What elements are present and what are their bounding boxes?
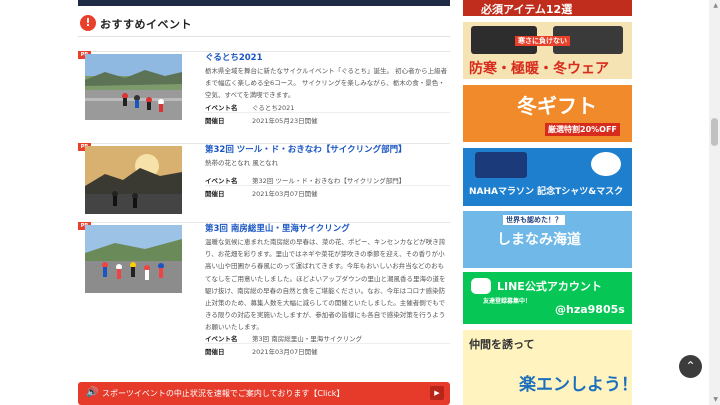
banner-winter-wear[interactable]: 寒さに負けない 防寒・極暖・冬ウェア [463, 22, 632, 79]
event-date-value: 2021年03月07日開催 [252, 348, 318, 356]
event-description: 栃木県全域を舞台に新たなサイクルイベント「ぐるとち」誕生。 初心者から上級者まで… [205, 67, 448, 100]
tshirt-image [475, 152, 527, 178]
divider [205, 185, 450, 186]
back-to-top-button[interactable]: ⌃ [679, 355, 702, 378]
scrollbar-thumb[interactable] [711, 118, 718, 146]
banner-winter-gift[interactable]: 冬ギフト 厳選特割20%OFF [463, 85, 632, 142]
event-name-label: イベント名 [205, 104, 238, 112]
notice-text: スポーツイベントの中止状況を速報でご案内しております【Click】 [102, 389, 345, 398]
event-thumbnail[interactable] [85, 225, 182, 293]
event-date-row: 開催日 2021年05月23日開催 [205, 115, 318, 125]
event-name-row: イベント名 第3回 南房総里山・里海サイクリング [205, 333, 362, 343]
event-date-label: 開催日 [205, 190, 225, 198]
event-description: 熱帯の花となれ 風となれ [205, 159, 279, 167]
event-thumbnail[interactable] [85, 146, 182, 214]
event-name-row: イベント名 第32回 ツール・ド・おきなわ【サイクリング部門】 [205, 175, 405, 185]
event-date-row: 開催日 2021年03月07日開催 [205, 188, 318, 198]
divider [205, 112, 450, 113]
speaker-icon: 🔊 [86, 387, 99, 398]
event-name-value: 第32回 ツール・ド・おきなわ【サイクリング部門】 [252, 177, 406, 185]
vertical-scrollbar[interactable]: ▲ ▼ [709, 0, 720, 405]
cancellation-notice-bar[interactable]: 🔊 スポーツイベントの中止状況を速報でご案内しております【Click】 ▶ [78, 382, 450, 405]
event-thumbnail[interactable] [85, 54, 182, 120]
event-description: 温暖な気候に恵まれた南房総の早春は、菜の花、ポピー、キンセンカなどが咲き誇り、お… [205, 238, 446, 332]
event-title-link[interactable]: ぐるとち2021 [205, 51, 263, 63]
event-date-value: 2021年03月07日開催 [252, 190, 318, 198]
banner-rakuen[interactable]: 仲間を誘って 楽エンしよう！ [463, 330, 632, 405]
event-title-link[interactable]: 第3回 南房総里山・里海サイクリング [205, 222, 350, 234]
line-icon [471, 278, 491, 294]
banner-essential-items[interactable]: 必須アイテム12選 [463, 0, 632, 16]
event-item[interactable]: PR 第3回 南房総里山・里海サイクリング 温暖な気候に恵まれた南房総の早春は、… [78, 222, 450, 372]
event-name-label: イベント名 [205, 335, 238, 343]
event-date-label: 開催日 [205, 348, 225, 356]
event-name-label: イベント名 [205, 177, 238, 185]
event-title-link[interactable]: 第32回 ツール・ド・おきなわ【サイクリング部門】 [205, 143, 407, 155]
alert-icon: ! [80, 15, 96, 31]
section-title: おすすめイベント [100, 18, 192, 31]
section-header: ! おすすめイベント [78, 14, 450, 37]
scroll-down-arrow-icon[interactable]: ▼ [713, 396, 718, 403]
mask-image [591, 152, 621, 176]
event-date-label: 開催日 [205, 117, 225, 125]
banner-naha-marathon[interactable]: NAHAマラソン 記念Tシャツ&マスク [463, 148, 632, 206]
notice-arrow-icon[interactable]: ▶ [430, 386, 444, 400]
banner-shimanami[interactable]: 世界も認めた！？ しまなみ海道 [463, 211, 632, 268]
header-strip [78, 0, 450, 6]
event-name-value: 第3回 南房総里山・里海サイクリング [252, 335, 363, 343]
chevron-up-icon: ⌃ [685, 359, 696, 373]
event-item[interactable]: PR ぐるとち2021 栃木県全域を舞台に新たなサイクルイベント「ぐるとち」誕生… [78, 51, 450, 137]
banner-line-account[interactable]: LINE公式アカウント 友達登録募集中！ @hza9805s [463, 272, 632, 324]
divider [205, 343, 450, 344]
event-item[interactable]: PR 第32回 ツール・ド・おきなわ【サイクリング部門】 熱帯の花となれ 風とな… [78, 143, 450, 219]
divider [78, 51, 450, 52]
scroll-up-arrow-icon[interactable]: ▲ [713, 2, 718, 9]
event-date-row: 開催日 2021年03月07日開催 [205, 346, 318, 356]
event-name-row: イベント名 ぐるとち2021 [205, 102, 294, 112]
event-name-value: ぐるとち2021 [252, 104, 295, 112]
event-date-value: 2021年05月23日開催 [252, 117, 318, 125]
